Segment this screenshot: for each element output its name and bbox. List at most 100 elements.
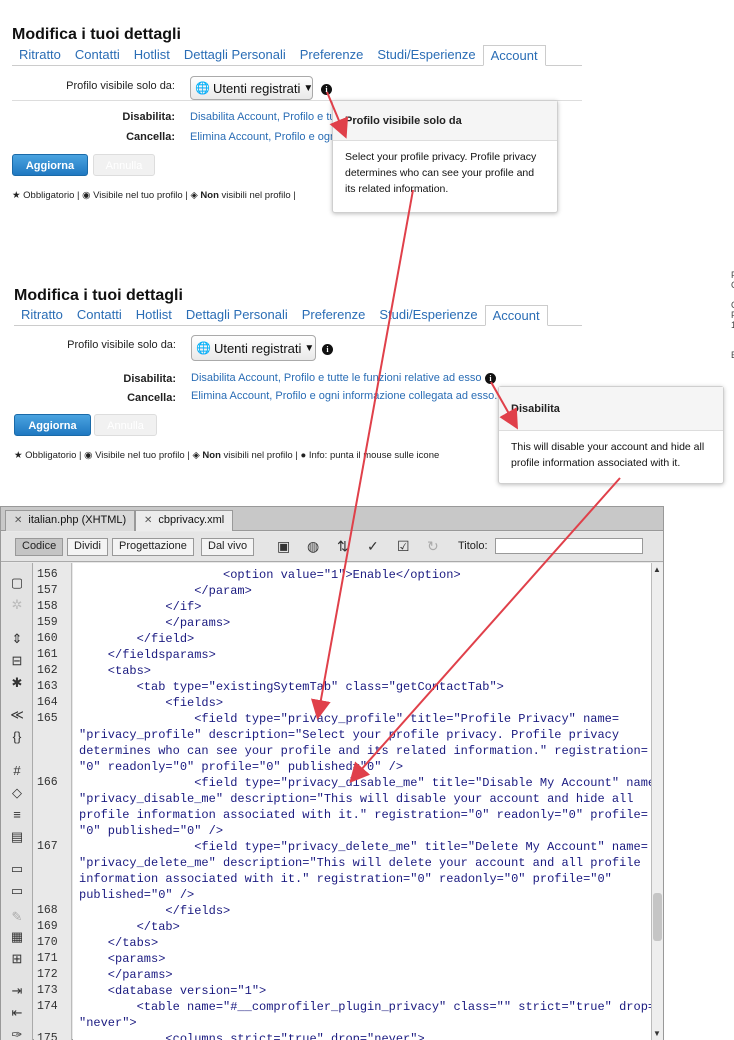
code-line[interactable]: <params> [79, 951, 166, 967]
code-line[interactable]: <tabs> [79, 663, 151, 679]
update-button[interactable]: Aggiorna [14, 414, 91, 436]
code-line[interactable]: <field type="privacy_disable_me" title="… [79, 775, 651, 791]
code-line[interactable]: "privacy_disable_me" description="This w… [79, 791, 634, 807]
tab-contatti[interactable]: Contatti [68, 45, 127, 66]
format-source-icon[interactable]: ✑ [9, 1027, 25, 1040]
scrollbar-thumb[interactable] [653, 893, 662, 941]
indent-code-icon[interactable]: ⇥ [9, 983, 25, 999]
syntax-error-icon[interactable]: ▤ [9, 829, 25, 845]
info-icon[interactable]: i [321, 84, 332, 95]
code-line[interactable]: </fields> [79, 903, 230, 919]
star-icon: ★ [12, 190, 21, 201]
word-wrap-icon[interactable]: ≡ [9, 807, 25, 822]
apply-comment-icon[interactable]: ▭ [9, 861, 25, 877]
code-line[interactable]: "never"> [79, 1015, 137, 1031]
tab-hotlist[interactable]: Hotlist [127, 45, 177, 66]
tab-dettagli-personali[interactable]: Dettagli Personali [179, 305, 295, 326]
cancel-button[interactable]: Annulla [93, 154, 155, 176]
outdent-code-icon[interactable]: ⇤ [9, 1005, 25, 1021]
balance-braces-icon[interactable]: {} [9, 729, 25, 744]
code-area[interactable]: <option value="1">Enable</option> </para… [73, 563, 651, 1040]
view-design-button[interactable]: Progettazione [112, 538, 194, 556]
wrap-tag-icon[interactable]: ✎ [9, 909, 25, 925]
title-input[interactable] [495, 538, 643, 554]
disable-link[interactable]: Disabilita Account, Profilo e tu [190, 111, 336, 123]
expand-all-icon[interactable]: ✱ [9, 675, 25, 691]
show-code-navigator-icon[interactable]: ✲ [9, 597, 25, 613]
check-browser-icon[interactable]: ✓ [367, 538, 379, 555]
privacy-select[interactable]: 🌐 Utenti registrati ▼ [190, 76, 313, 100]
tab-preferenze[interactable]: Preferenze [295, 305, 373, 326]
code-line[interactable]: published="0" /> [79, 887, 194, 903]
code-line[interactable]: </field> [79, 631, 195, 647]
tab-account[interactable]: Account [482, 45, 546, 66]
tab-preferenze[interactable]: Preferenze [293, 45, 371, 66]
disable-link[interactable]: Disabilita Account, Profilo e tutte le f… [191, 372, 481, 384]
select-parent-tag-icon[interactable]: ≪ [9, 707, 25, 723]
scroll-up-arrow-icon[interactable]: ▲ [653, 565, 661, 574]
code-line[interactable]: <database version="1"> [79, 983, 266, 999]
file-management-icon[interactable]: ⇅ [337, 538, 349, 555]
code-line[interactable]: "privacy_profile" description="Select yo… [79, 727, 619, 743]
code-line[interactable]: "0" readonly="0" profile="0" published="… [79, 759, 403, 775]
tab-ritratto[interactable]: Ritratto [12, 45, 68, 66]
multiscreen-icon[interactable]: ▣ [277, 538, 290, 555]
code-line[interactable]: <fields> [79, 695, 223, 711]
remove-comment-icon[interactable]: ▭ [9, 883, 25, 899]
code-line[interactable]: "0" published="0" /> [79, 823, 223, 839]
line-number-gutter: 156 157 158 159 160 161 162 163 164 165 166 167 168 1… [34, 563, 72, 1040]
update-button[interactable]: Aggiorna [12, 154, 88, 176]
view-split-button[interactable]: Dividi [67, 538, 108, 556]
refresh-icon[interactable]: ↻ [427, 538, 439, 555]
highlight-invalid-code-icon[interactable]: ◇ [9, 785, 25, 801]
tab-dettagli-personali[interactable]: Dettagli Personali [177, 45, 293, 66]
code-line[interactable]: profile information associated with it."… [79, 807, 648, 823]
delete-link[interactable]: Elimina Account, Profilo e ogni [190, 131, 339, 143]
collapse-selection-icon[interactable]: ⊟ [9, 653, 25, 669]
code-line[interactable]: </params> [79, 967, 173, 983]
view-code-button[interactable]: Codice [15, 538, 64, 556]
vertical-scrollbar[interactable]: ▲ ▼ [651, 563, 663, 1040]
tab-cbprivacy-xml[interactable]: ✕ cbprivacy.xml [135, 510, 234, 531]
code-line[interactable]: </fieldsparams> [79, 647, 216, 663]
line-numbers-icon[interactable]: # [9, 763, 25, 778]
code-line[interactable]: <field type="privacy_profile" title="Pro… [79, 711, 619, 727]
cancel-button[interactable]: Annulla [94, 414, 157, 436]
code-line[interactable]: </param> [79, 583, 252, 599]
delete-link[interactable]: Elimina Account, Profilo e ogni informaz… [191, 390, 497, 402]
tab-account[interactable]: Account [484, 305, 548, 326]
code-line[interactable]: <option value="1">Enable</option> [79, 567, 461, 583]
privacy-select[interactable]: 🌐 Utenti registrati ▼ [191, 335, 316, 361]
tab-studi-esperienze[interactable]: Studi/Esperienze [372, 305, 484, 326]
view-live-button[interactable]: Dal vivo [201, 538, 255, 556]
info-icon[interactable]: i [485, 373, 496, 384]
code-line[interactable]: <tab type="existingSytemTab" class="getC… [79, 679, 504, 695]
code-line[interactable]: <columns strict="true" drop="never"> [79, 1031, 424, 1040]
move-css-icon[interactable]: ⊞ [9, 951, 25, 967]
code-line[interactable]: "privacy_delete_me" description="This wi… [79, 855, 641, 871]
info-icon[interactable]: i [322, 344, 333, 355]
collapse-tag-icon[interactable]: ⇕ [9, 631, 25, 647]
line-number: 174 [37, 1000, 58, 1013]
code-line[interactable]: <table name="#__comprofiler_plugin_priva… [79, 999, 651, 1015]
tab-hotlist[interactable]: Hotlist [129, 305, 179, 326]
tab-contatti[interactable]: Contatti [70, 305, 129, 326]
tab-ritratto[interactable]: Ritratto [14, 305, 70, 326]
recent-snippets-icon[interactable]: ▦ [9, 929, 25, 945]
code-line[interactable]: <field type="privacy_delete_me" title="D… [79, 839, 648, 855]
code-line[interactable]: information associated with it." registr… [79, 871, 612, 887]
code-line[interactable]: </tabs> [79, 935, 158, 951]
code-line[interactable]: </tab> [79, 919, 180, 935]
scroll-down-arrow-icon[interactable]: ▼ [653, 1029, 661, 1038]
code-line[interactable]: </params> [79, 615, 230, 631]
code-line[interactable]: determines who can see your profile and … [79, 743, 648, 759]
preview-globe-icon[interactable]: ◍ [307, 538, 319, 555]
close-icon[interactable]: ✕ [14, 515, 22, 526]
open-documents-icon[interactable]: ▢ [9, 575, 25, 591]
code-line[interactable]: </if> [79, 599, 201, 615]
visual-aids-icon[interactable]: ☑ [397, 538, 410, 555]
globe-icon: 🌐 [195, 81, 210, 95]
tab-studi-esperienze[interactable]: Studi/Esperienze [370, 45, 482, 66]
close-icon[interactable]: ✕ [144, 515, 152, 526]
tab-italian-php[interactable]: ✕ italian.php (XHTML) [5, 510, 136, 531]
